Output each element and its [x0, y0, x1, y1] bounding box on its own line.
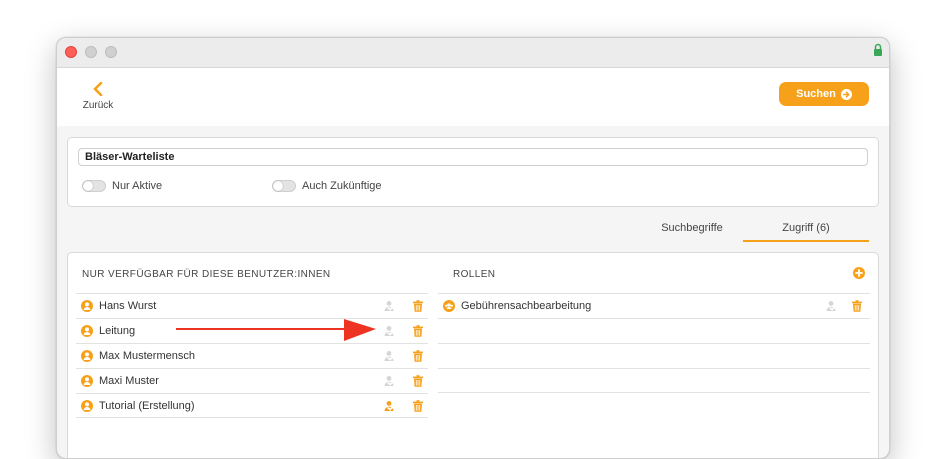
- roles-section-title: ROLLEN: [453, 269, 496, 280]
- set-owner-icon[interactable]: [383, 300, 395, 312]
- zoom-window-button[interactable]: [105, 46, 117, 58]
- app-window: Zurück Suchen Nur Aktive Auch Zukünftige…: [56, 37, 890, 459]
- list-name-input[interactable]: [78, 148, 868, 166]
- add-role-icon[interactable]: [853, 267, 865, 279]
- roles-list: Gebührensachbearbeitung: [438, 293, 870, 393]
- trash-icon[interactable]: [412, 375, 424, 387]
- toggle-switch[interactable]: [82, 180, 106, 192]
- user-name: Tutorial (Erstellung): [99, 400, 195, 412]
- trash-icon[interactable]: [412, 325, 424, 337]
- tab-bar: Suchbegriffe Zugriff (6): [647, 222, 869, 242]
- user-icon: [81, 400, 93, 412]
- search-button-label: Suchen: [796, 88, 836, 100]
- minimize-window-button[interactable]: [85, 46, 97, 58]
- user-name: Maxi Muster: [99, 375, 159, 387]
- list-item: Tutorial (Erstellung): [76, 393, 428, 418]
- set-owner-icon[interactable]: [825, 300, 837, 312]
- set-owner-icon[interactable]: [383, 400, 395, 412]
- empty-row: [438, 318, 870, 343]
- users-section-title: NUR VERFÜGBAR FÜR DIESE BENUTZER:INNEN: [82, 269, 331, 280]
- title-bar: [57, 38, 889, 68]
- toggle-label: Auch Zukünftige: [302, 180, 382, 192]
- group-icon: [443, 300, 455, 312]
- toggle-auch-zukuenftige[interactable]: Auch Zukünftige: [272, 180, 382, 192]
- tab-zugriff[interactable]: Zugriff (6): [743, 222, 869, 242]
- set-owner-icon[interactable]: [383, 350, 395, 362]
- role-name: Gebührensachbearbeitung: [461, 300, 592, 312]
- user-icon: [81, 325, 93, 337]
- user-icon: [81, 375, 93, 387]
- trash-icon[interactable]: [412, 400, 424, 412]
- trash-icon[interactable]: [851, 300, 863, 312]
- chevron-left-icon: [93, 82, 103, 96]
- tab-suchbegriffe[interactable]: Suchbegriffe: [647, 222, 737, 242]
- lock-icon: [874, 43, 882, 56]
- user-icon: [81, 350, 93, 362]
- empty-row: [438, 343, 870, 368]
- arrow-right-circle-icon: [840, 88, 852, 100]
- list-item: Max Mustermensch: [76, 343, 428, 368]
- user-name: Max Mustermensch: [99, 350, 195, 362]
- toggle-label: Nur Aktive: [112, 180, 163, 192]
- trash-icon[interactable]: [412, 300, 424, 312]
- toolbar: Zurück Suchen: [57, 68, 889, 126]
- user-name: Hans Wurst: [99, 300, 157, 312]
- back-label: Zurück: [82, 100, 114, 111]
- list-item: Gebührensachbearbeitung: [438, 293, 870, 318]
- back-button[interactable]: Zurück: [81, 78, 115, 111]
- list-item: Maxi Muster: [76, 368, 428, 393]
- annotation-arrow: [176, 319, 376, 341]
- access-card: NUR VERFÜGBAR FÜR DIESE BENUTZER:INNEN R…: [67, 252, 879, 458]
- set-owner-icon[interactable]: [383, 325, 395, 337]
- close-window-button[interactable]: [65, 46, 77, 58]
- list-item: Hans Wurst: [76, 293, 428, 318]
- set-owner-icon[interactable]: [383, 375, 395, 387]
- filter-card: Nur Aktive Auch Zukünftige: [67, 137, 879, 207]
- search-button[interactable]: Suchen: [779, 82, 869, 106]
- users-list: Hans Wurst Leitung Max Mustermensch Maxi Mu…: [76, 293, 428, 418]
- user-icon: [81, 300, 93, 312]
- trash-icon[interactable]: [412, 350, 424, 362]
- empty-row: [438, 368, 870, 393]
- toggle-switch[interactable]: [272, 180, 296, 192]
- toggle-nur-aktive[interactable]: Nur Aktive: [82, 180, 162, 192]
- user-name: Leitung: [99, 325, 136, 337]
